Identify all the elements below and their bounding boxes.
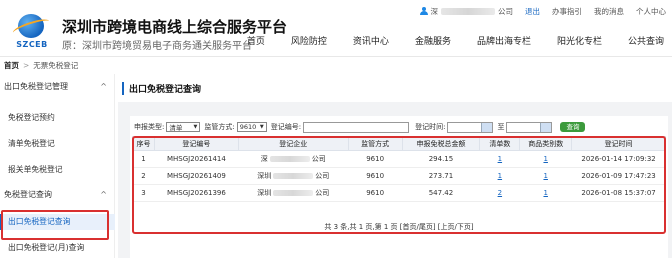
sidebar-item-list-registration[interactable]: 清单免税登记 — [0, 136, 115, 152]
page: SZCEB 深圳市跨境电商线上综合服务平台 原：深圳市跨境贸易电子商务通关服务平… — [0, 0, 672, 258]
highlight-box-table — [132, 136, 666, 234]
page-title: 出口免税登记查询 — [122, 82, 201, 95]
sidebar-item-reservation[interactable]: 免税登记预约 — [0, 110, 115, 126]
nav-news[interactable]: 资讯中心 — [340, 34, 402, 47]
nav-home[interactable]: 首页 — [234, 34, 278, 47]
declare-type-value: 清单 — [169, 124, 183, 132]
chevron-down-icon: ▼ — [193, 124, 198, 130]
main-header: 出口免税登记查询 — [118, 74, 672, 102]
start-date-input[interactable] — [447, 121, 494, 133]
highlight-box-sidebar — [1, 210, 109, 240]
chevron-up-icon: ^ — [100, 190, 107, 199]
regulatory-mode-value: 9610 — [239, 123, 257, 131]
top-utility-bar: 深 公司 退出 办事指引 我的消息 个人中心 — [419, 5, 666, 17]
globe-icon — [18, 14, 44, 38]
reg-no-input[interactable] — [303, 121, 410, 133]
nav-sunshine[interactable]: 阳光化专栏 — [544, 34, 615, 47]
logo[interactable]: SZCEB — [8, 12, 56, 52]
current-user[interactable]: 深 公司 — [419, 6, 513, 17]
nav-risk[interactable]: 风险防控 — [278, 34, 340, 47]
personal-center-link[interactable]: 个人中心 — [636, 6, 666, 17]
regulatory-mode-label: 监管方式: — [204, 123, 235, 131]
user-name-suffix: 公司 — [498, 6, 513, 16]
sidebar-item-monthly-query[interactable]: 出口免税登记(月)查询 — [0, 240, 115, 256]
end-date-input[interactable] — [506, 121, 553, 133]
reg-time-label: 登记时间: — [415, 123, 446, 131]
sidebar-item-declaration-registration[interactable]: 报关单免税登记 — [0, 162, 115, 178]
breadcrumb-separator: > — [23, 61, 30, 70]
site-subtitle: 原：深圳市跨境贸易电子商务通关服务平台 — [62, 41, 252, 52]
breadcrumb-home[interactable]: 首页 — [4, 61, 19, 70]
messages-link[interactable]: 我的消息 — [594, 6, 624, 17]
to-label: 至 — [497, 123, 505, 131]
reg-no-label: 登记编号: — [270, 123, 302, 131]
header-divider — [0, 56, 672, 57]
logout-link[interactable]: 退出 — [525, 6, 540, 17]
redacted-name — [441, 7, 495, 15]
header: SZCEB 深圳市跨境电商线上综合服务平台 原：深圳市跨境贸易电子商务通关服务平… — [0, 0, 672, 56]
sidebar-group-label: 免税登记查询 — [4, 190, 52, 199]
query-panel: 申报类型: 清单▼ 监管方式: 9610▼ 登记编号: 登记时间: 至 查询 — [130, 116, 668, 258]
user-name-prefix: 深 — [430, 6, 439, 16]
chevron-down-icon: ▼ — [259, 124, 264, 130]
logo-text: SZCEB — [16, 40, 48, 49]
sidebar: 出口免税登记管理 ^ 免税登记预约 清单免税登记 报关单免税登记 免税登记查询 … — [0, 74, 115, 258]
user-icon — [419, 7, 428, 15]
sidebar-group-registration-query[interactable]: 免税登记查询 ^ — [0, 186, 115, 204]
declare-type-select[interactable]: 清单 ▼ — [166, 122, 201, 132]
main-nav: 首页 风险防控 资讯中心 金融服务 品牌出海专栏 阳光化专栏 公共查询 — [234, 34, 668, 47]
nav-brand[interactable]: 品牌出海专栏 — [464, 34, 544, 47]
guide-link[interactable]: 办事指引 — [552, 6, 582, 17]
nav-public-query[interactable]: 公共查询 — [615, 34, 668, 47]
nav-finance[interactable]: 金融服务 — [402, 34, 464, 47]
filter-bar: 申报类型: 清单 ▼ 监管方式: 9610 ▼ 登记编号: 登记时间: 至 查询 — [134, 120, 664, 134]
breadcrumb-current: 无票免税登记 — [33, 61, 79, 70]
breadcrumb: 首页 > 无票免税登记 — [4, 60, 78, 71]
declare-type-label: 申报类型: — [134, 123, 165, 131]
sidebar-group-export-registration[interactable]: 出口免税登记管理 ^ — [0, 78, 115, 96]
main-content: 出口免税登记查询 申报类型: 清单 ▼ 监管方式: 9610 ▼ 登记编号: 登记时… — [118, 74, 672, 258]
regulatory-mode-select[interactable]: 9610 ▼ — [236, 122, 267, 132]
chevron-up-icon: ^ — [100, 82, 107, 91]
query-button[interactable]: 查询 — [560, 122, 586, 132]
sidebar-group-label: 出口免税登记管理 — [4, 82, 68, 91]
